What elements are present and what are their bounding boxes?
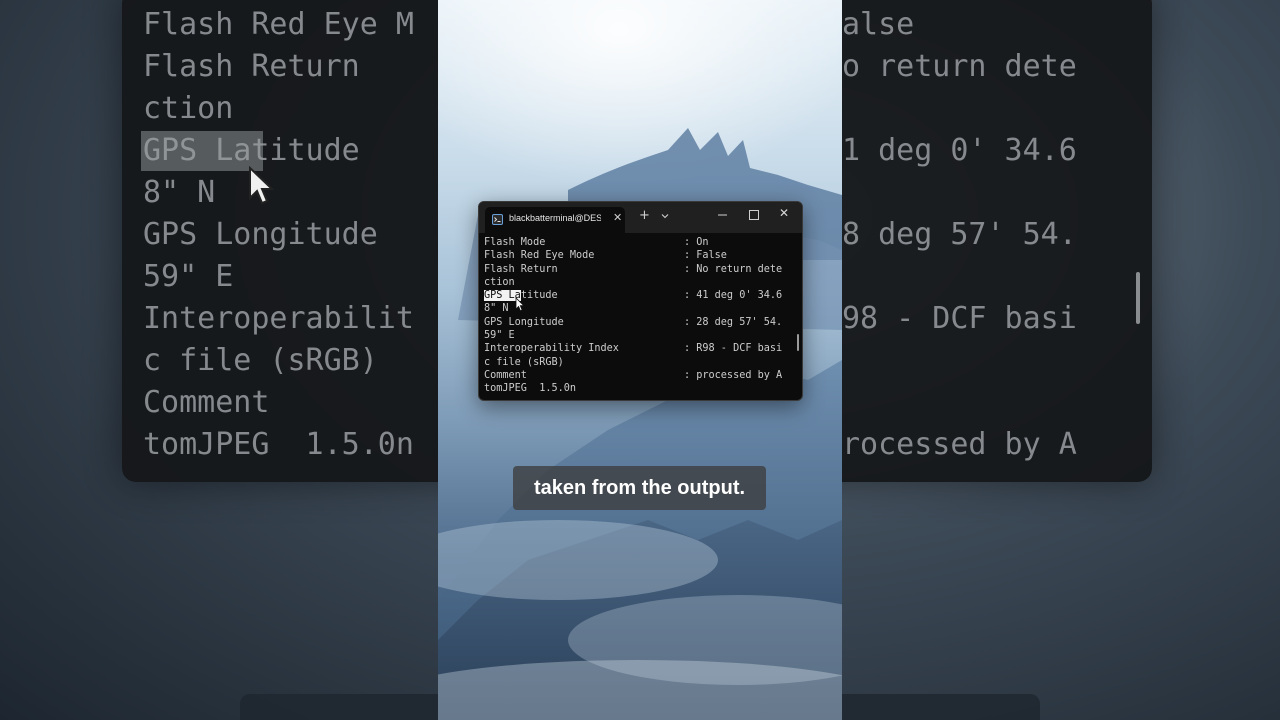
output-line: GPS Latitude: 41 deg 0' 34.6: [484, 289, 790, 302]
field-label: Interoperability Index: [484, 343, 619, 355]
field-label: Comment: [484, 369, 527, 381]
field-label-rest: titude: [520, 290, 558, 302]
output-line: Flash Return : No return dete: [484, 263, 790, 276]
output-line: Flash Mode : On: [484, 236, 790, 249]
field-label: tomJPEG 1.5.0n: [484, 383, 577, 395]
maximize-icon[interactable]: [749, 210, 759, 220]
field-value: : processed by A: [684, 369, 783, 381]
chevron-down-icon[interactable]: [660, 211, 670, 221]
field-label: Flash Mode: [484, 237, 546, 248]
terminal-output[interactable]: Flash Mode : On Flash Red Eye Mode : False…: [484, 236, 790, 396]
output-line: Comment : processed by A: [484, 369, 790, 382]
field-value: : On: [684, 237, 709, 248]
field-value: : 28 deg 57' 54.: [684, 316, 783, 328]
window-close-icon[interactable]: ✕: [779, 206, 789, 220]
terminal-window[interactable]: blackbatterminal@DESKT ✕ + ✕ Flash Mode:…: [478, 201, 803, 401]
field-value: : 41 deg 0' 34.6: [684, 290, 783, 302]
new-tab-button[interactable]: +: [639, 209, 650, 222]
background-cursor-icon: [249, 166, 274, 205]
video-caption: taken from the output.: [513, 466, 766, 510]
field-label: 59" E: [484, 330, 515, 342]
background-terminal-text-left: Flash Red Eye M Flash Return ction GPS L…: [143, 7, 414, 462]
output-line: tomJPEG 1.5.0n: [484, 382, 790, 395]
output-line: Interoperability Index : R98 - DCF basi: [484, 342, 790, 355]
background-scrollbar: [1136, 272, 1140, 324]
output-line: ction: [484, 276, 790, 289]
field-label: ction: [484, 276, 515, 288]
title-bar[interactable]: blackbatterminal@DESKT ✕ + ✕: [479, 202, 802, 233]
field-label: Flash Return: [484, 263, 558, 275]
field-value: : False: [684, 250, 727, 262]
terminal-tab[interactable]: blackbatterminal@DESKT ✕: [485, 207, 625, 233]
field-label: Flash Red Eye Mode: [484, 250, 595, 262]
terminal-app-icon: [492, 214, 503, 225]
output-line: 8" N: [484, 302, 790, 315]
mouse-cursor-icon: [515, 297, 525, 312]
minimize-icon[interactable]: [717, 208, 729, 220]
scrollbar[interactable]: [797, 334, 799, 351]
field-value: : R98 - DCF basi: [684, 343, 783, 355]
output-line: c file (sRGB): [484, 356, 790, 369]
field-value: : No return dete: [684, 263, 783, 275]
output-line: GPS Longitude : 28 deg 57' 54.: [484, 316, 790, 329]
output-line: Flash Red Eye Mode : False: [484, 249, 790, 262]
tab-close-icon[interactable]: ✕: [613, 211, 622, 224]
tab-title: blackbatterminal@DESKT: [509, 213, 601, 223]
field-label: c file (sRGB): [484, 356, 564, 368]
field-label: GPS Longitude: [484, 316, 564, 328]
background-terminal-text-right: alse o return dete 1 deg 0' 34.6 8 deg 5…: [842, 7, 1077, 462]
field-label: 8" N: [484, 303, 509, 315]
output-line: 59" E: [484, 329, 790, 342]
